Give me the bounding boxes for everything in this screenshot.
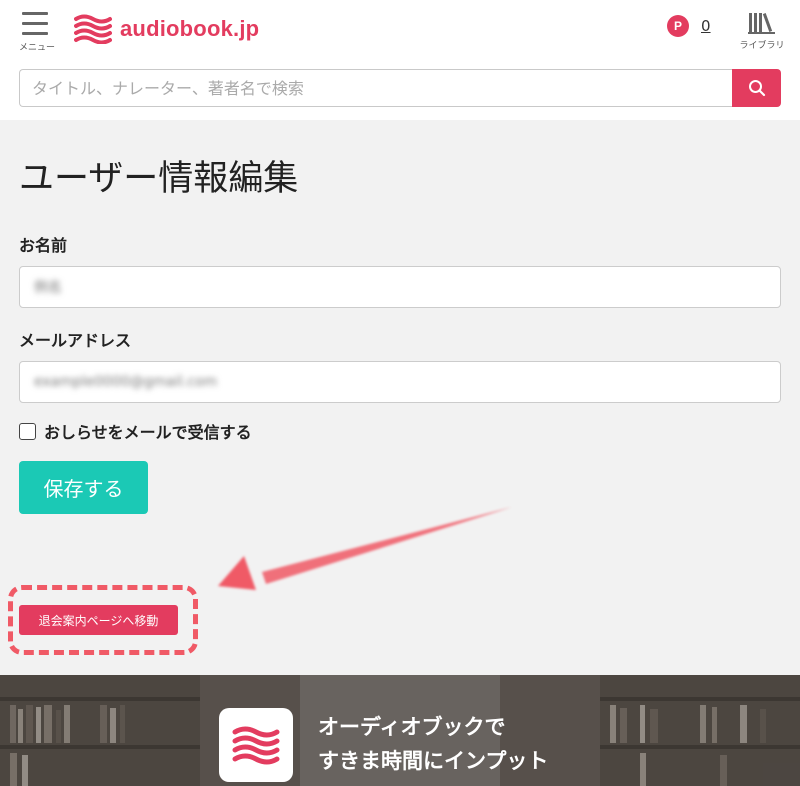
logo-waves-icon — [232, 726, 280, 765]
withdraw-button[interactable]: 退会案内ページへ移動 — [19, 605, 178, 635]
banner-app-icon — [219, 708, 293, 782]
banner-line-2: すきま時間にインプット — [318, 749, 549, 773]
promo-banner[interactable]: オーディオブックで すきま時間にインプット — [0, 675, 800, 786]
banner-text: オーディオブックで すきま時間にインプット — [318, 710, 548, 778]
annotation-arrow-icon — [218, 507, 512, 590]
banner-line-1: オーディオブックで — [318, 715, 506, 739]
